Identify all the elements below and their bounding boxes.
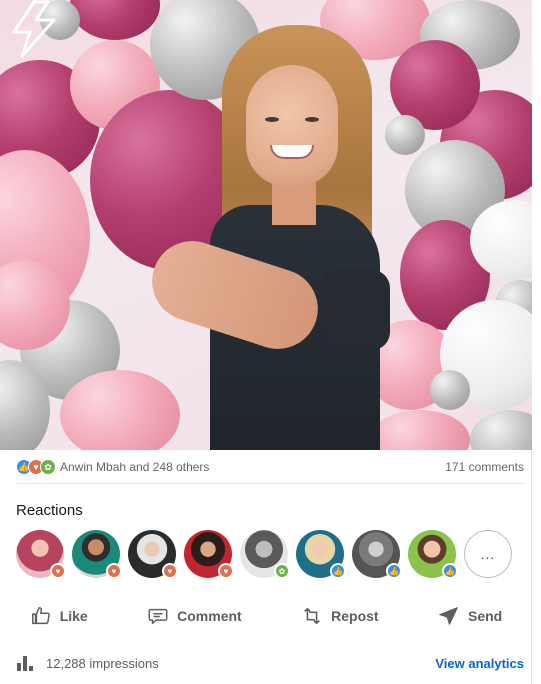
person-figure <box>141 25 430 450</box>
reactor-avatar[interactable]: 👍 <box>408 530 458 579</box>
impressions-count: 12,288 impressions <box>46 655 159 671</box>
reactors-text[interactable]: Anwin Mbah and 248 others <box>60 460 209 474</box>
lightning-bolt-icon <box>12 0 56 58</box>
post-actions: Like Comment Repost Send <box>0 596 532 636</box>
reactor-avatar[interactable]: ✿ <box>240 530 290 579</box>
like-button[interactable]: Like <box>18 599 100 633</box>
comment-label: Comment <box>177 608 242 624</box>
post-image[interactable] <box>0 0 532 450</box>
impressions-info: 12,288 impressions <box>16 654 159 672</box>
divider <box>16 483 524 484</box>
post-card: 👍 ♥ ✿ Anwin Mbah and 248 others 171 comm… <box>0 0 532 684</box>
comment-button[interactable]: Comment <box>135 599 254 633</box>
send-button[interactable]: Send <box>426 599 514 633</box>
comments-count[interactable]: 171 comments <box>445 460 524 474</box>
analytics-footer: 12,288 impressions View analytics <box>16 651 524 675</box>
view-analytics-link[interactable]: View analytics <box>435 656 524 671</box>
repost-label: Repost <box>331 608 379 624</box>
support-icon: ✿ <box>40 459 56 475</box>
reactor-avatar[interactable]: ♥ <box>72 530 122 579</box>
reactor-avatar[interactable]: 👍 <box>296 530 346 579</box>
reactions-title: Reactions <box>16 502 83 519</box>
repost-button[interactable]: Repost <box>289 599 390 633</box>
reactor-avatar[interactable]: ♥ <box>128 530 178 579</box>
like-label: Like <box>59 608 88 624</box>
send-icon <box>439 607 458 625</box>
love-badge-icon: ♥ <box>218 563 234 579</box>
more-reactors-button[interactable]: ... <box>464 530 512 578</box>
like-badge-icon: 👍 <box>386 563 402 579</box>
reactor-avatar[interactable]: 👍 <box>352 530 402 579</box>
reactor-avatar[interactable]: ♥ <box>184 530 234 579</box>
reactor-avatars: ♥ ♥ ♥ ♥ ✿ 👍 👍 👍 ... <box>16 530 516 580</box>
like-badge-icon: 👍 <box>330 563 346 579</box>
bar-chart-icon <box>17 656 33 671</box>
love-badge-icon: ♥ <box>106 563 122 579</box>
love-badge-icon: ♥ <box>50 563 66 579</box>
reactor-avatar[interactable]: ♥ <box>16 530 66 579</box>
thumbs-up-icon <box>31 607 50 625</box>
send-label: Send <box>468 608 503 624</box>
support-badge-icon: ✿ <box>274 563 290 579</box>
love-badge-icon: ♥ <box>162 563 178 579</box>
like-badge-icon: 👍 <box>442 563 458 579</box>
comment-icon <box>148 608 168 625</box>
repost-icon <box>304 607 321 625</box>
reactions-summary[interactable]: 👍 ♥ ✿ Anwin Mbah and 248 others <box>16 459 209 475</box>
social-counts: 👍 ♥ ✿ Anwin Mbah and 248 others 171 comm… <box>16 455 524 479</box>
